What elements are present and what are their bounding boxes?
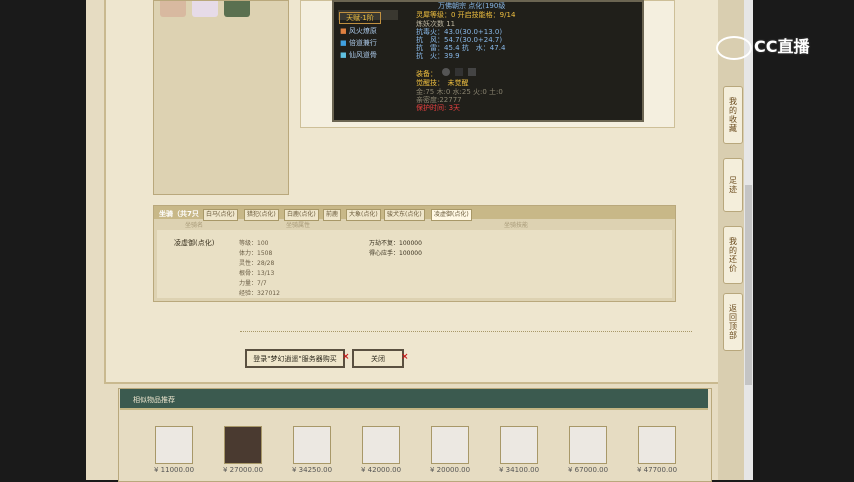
mount-stat-gengu: 根骨：13/13 [239,270,275,277]
pet-avatar-2[interactable] [192,1,218,17]
equip-icon-2[interactable] [455,68,464,76]
equip-icon-1[interactable] [442,68,450,76]
mount-tab-2[interactable]: 猎犯(点化) [244,209,279,221]
mount-stat-lingxing: 灵性：28/28 [239,260,275,267]
product-price-5: ¥ 20000.00 [430,466,471,474]
product-price-8: ¥ 47700.00 [637,466,678,474]
skill-3-icon: ■ [340,51,347,59]
recommend-title: 相似物品推荐 [133,396,175,404]
mount-stat-tili: 体力：1508 [239,250,273,257]
mount-stat-level: 等级：100 [239,240,269,247]
pet-avatar-panel [153,0,289,195]
side-nav-footprint[interactable]: 足迹 [723,158,743,212]
mount-sub-attr: 坐骑属性 [286,222,311,229]
pet-avatar-3[interactable] [224,1,250,17]
product-thumb-2[interactable] [224,426,262,464]
product-thumb-1[interactable] [155,426,193,464]
mount-panel: 坐骑（共7只 白马(点化) 猎犯(点化) 白鹿(点化) 前鹿 大象(点化) 骏犬… [153,205,676,302]
close-x-icon-2[interactable]: × [401,352,409,362]
side-nav-favorites[interactable]: 我的收藏 [723,86,743,144]
recommend-header [120,389,708,410]
product-thumb-6[interactable] [500,426,538,464]
product-thumb-4[interactable] [362,426,400,464]
mount-sub-name: 坐骑名 [185,222,204,229]
product-thumb-5[interactable] [431,426,469,464]
side-nav-counteroffer[interactable]: 我的还价 [723,226,743,284]
mount-stat-exp: 经验：327012 [239,290,280,297]
pet-tooltip: 万佛朝宗 点化(190级 天赋·1阶 ■ 风火燎原 ■ 倍道兼行 ■ 仙风道骨 … [332,0,644,122]
product-price-3: ¥ 34250.00 [292,466,333,474]
product-thumb-8[interactable] [638,426,676,464]
equip-icon-3[interactable] [468,68,477,76]
mount-detail-body: 凌虚御(点化) 等级：100 体力：1508 灵性：28/28 根骨：13/13… [157,230,672,298]
line-protect: 保护时间: 3天 [416,104,461,112]
talent-badge: 天赋·1阶 [339,12,381,24]
mount-sub-skill: 坐骑技能 [504,222,529,229]
side-nav-back-to-top[interactable]: 返回顶部 [723,293,743,351]
cc-watermark-text: CC直播 [754,37,810,56]
mount-tab-7-active[interactable]: 凌虚御(点化) [431,209,472,221]
cc-eye-icon [716,35,752,60]
mount-tab-6[interactable]: 骏犬东(点化) [384,209,425,221]
mount-stat-liliang: 力量：7/7 [239,280,267,287]
mount-name: 凌虚御(点化) [174,239,215,247]
mount-skill-2: 得心应手：100000 [369,250,422,257]
skill-1-label: 风火燎原 [348,27,377,35]
pet-avatar-1[interactable] [160,1,186,17]
mount-tab-4[interactable]: 前鹿 [323,209,342,221]
mount-skill-1: 万劫不复：100000 [369,240,422,247]
skill-3-label: 仙风道骨 [348,51,377,59]
skill-2-icon: ■ [340,39,347,47]
cc-live-watermark: CC直播 [716,33,810,60]
mount-tab-5[interactable]: 大象(点化) [346,209,381,221]
mount-count-label: 坐骑（共7只 [159,210,199,218]
skill-1: ■ 风火燎原 [340,26,377,36]
equip-icons [442,68,478,77]
product-price-4: ¥ 42000.00 [361,466,402,474]
skill-2: ■ 倍道兼行 [340,38,377,48]
scrollbar-thumb[interactable] [745,185,752,385]
product-price-6: ¥ 34100.00 [499,466,540,474]
divider [240,331,692,332]
login-buy-button[interactable]: 登录"梦幻逍遥"服务器购买 [245,349,345,368]
product-price-7: ¥ 67000.00 [568,466,609,474]
close-x-icon-1[interactable]: × [342,352,350,362]
mount-tab-1[interactable]: 白马(点化) [203,209,238,221]
product-price-2: ¥ 27000.00 [223,466,264,474]
skill-1-icon: ■ [340,27,347,35]
product-thumb-7[interactable] [569,426,607,464]
product-price-1: ¥ 11000.00 [154,466,195,474]
skill-2-label: 倍道兼行 [348,39,377,47]
product-thumb-3[interactable] [293,426,331,464]
skill-3: ■ 仙风道骨 [340,50,377,60]
line-kang-huo: 抗 火：39.9 [416,52,460,60]
close-button[interactable]: 关闭 [352,349,404,368]
